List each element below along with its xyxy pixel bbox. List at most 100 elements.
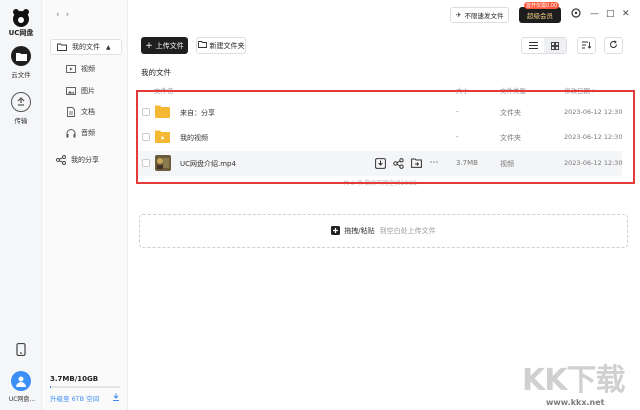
close-button[interactable]: ✕ — [622, 9, 630, 19]
sidebar-item-video[interactable]: 视频 — [60, 61, 120, 77]
file-name: 来自：分享 — [180, 109, 215, 117]
storage-fill — [50, 386, 51, 388]
storage-usage: 3.7MB/10GB — [50, 375, 99, 383]
grid-view-icon[interactable] — [544, 38, 566, 53]
file-name: UC网盘介绍.mp4 — [180, 160, 236, 168]
refresh-button[interactable] — [604, 37, 623, 54]
nav-arrows: ‹› — [56, 10, 75, 20]
page-title: 我的文件 — [141, 68, 171, 77]
dropzone-label: 拖拽/粘贴 — [344, 227, 375, 235]
vip-button[interactable]: 超级会员 — [519, 7, 561, 23]
file-date: 2023-06-12 12:30 — [564, 133, 623, 141]
folder-icon — [155, 105, 170, 118]
sidebar-item-label: 文档 — [81, 108, 95, 116]
rail-item-label: 传输 — [14, 117, 28, 125]
row-checkbox[interactable] — [142, 159, 150, 167]
file-date: 2023-06-12 12:30 — [564, 108, 623, 116]
more-icon[interactable]: ⋯ — [428, 157, 440, 169]
file-date: 2023-06-12 12:30 — [564, 159, 623, 167]
watermark: KK下载 — [522, 363, 625, 398]
move-folder-icon[interactable] — [410, 157, 422, 169]
upload-dropzone[interactable]: 拖拽/粘贴 到空白处上传文件 — [139, 214, 628, 248]
sidebar: ‹› 我的文件 ▲ 视频 图片 文档 音频 我的分享 3.7MB/10GB 升级… — [42, 0, 128, 410]
app-logo-text: UC网盘 — [8, 29, 34, 37]
folder-plus-icon — [197, 41, 207, 50]
minimize-button[interactable]: — — [590, 9, 599, 19]
sort-button[interactable] — [577, 37, 596, 54]
plus-icon: + — [145, 40, 153, 51]
unlimited-send-button[interactable]: ✈ 不限速发文件 — [450, 7, 510, 23]
table-row[interactable]: UC网盘介绍.mp4 ⋯ 3.7MB 视频 2023-06-12 12:30 — [138, 151, 623, 176]
table-row[interactable]: 我的视频 - 文件夹 2023-06-12 12:30 — [138, 125, 623, 150]
left-rail: UC网盘 云文件 传输 UC网盘... — [0, 0, 42, 410]
column-type[interactable]: 文件类型 — [500, 85, 526, 95]
document-icon — [65, 106, 77, 118]
sidebar-item-label: 我的分享 — [71, 156, 99, 164]
new-folder-button[interactable]: 新建文件夹 — [196, 37, 246, 54]
plus-square-icon — [331, 225, 341, 237]
upload-button[interactable]: + 上传文件 — [141, 37, 188, 54]
share-icon[interactable] — [392, 157, 404, 169]
file-type: 文件夹 — [500, 109, 521, 117]
send-icon: ✈ — [456, 11, 462, 19]
user-label: UC网盘... — [8, 396, 36, 403]
table-row[interactable]: 来自：分享 - 文件夹 2023-06-12 12:30 — [138, 100, 623, 125]
upload-label: 上传文件 — [155, 41, 184, 50]
uc-logo-icon — [13, 9, 29, 27]
file-type: 文件夹 — [500, 134, 521, 142]
folder-icon — [56, 41, 68, 53]
rail-item-label: 云文件 — [11, 71, 31, 79]
caret-up-icon: ▲ — [106, 43, 111, 51]
column-name[interactable]: 文件名 — [154, 85, 174, 95]
sort-icon — [582, 41, 592, 51]
file-type: 视频 — [500, 160, 514, 168]
watermark-url: www.kkx.net — [546, 398, 605, 407]
sidebar-item-document[interactable]: 文档 — [60, 104, 120, 120]
download-icon[interactable] — [112, 393, 120, 403]
rail-item-cloud-files[interactable]: 云文件 — [8, 46, 34, 79]
maximize-button[interactable]: □ — [606, 9, 615, 19]
sidebar-item-label: 我的文件 — [72, 43, 100, 51]
download-icon[interactable] — [374, 157, 386, 169]
sidebar-item-my-files[interactable]: 我的文件 ▲ — [50, 39, 122, 55]
upgrade-link[interactable]: 升级至 6TB 空间 — [50, 393, 99, 403]
sidebar-item-image[interactable]: 图片 — [60, 83, 120, 99]
rail-item-transfer[interactable]: 传输 — [8, 92, 34, 125]
share-icon — [55, 154, 67, 166]
image-icon — [65, 85, 77, 97]
new-folder-label: 新建文件夹 — [209, 41, 245, 50]
row-actions: ⋯ — [374, 157, 440, 169]
phone-icon[interactable] — [8, 342, 34, 358]
settings-icon[interactable] — [571, 8, 581, 21]
folder-icon — [11, 46, 31, 66]
forward-arrow-icon[interactable]: › — [66, 10, 76, 20]
sidebar-item-label: 图片 — [81, 87, 95, 95]
column-date[interactable]: 修改日期 ▾ — [564, 85, 595, 95]
view-toggle — [521, 37, 567, 54]
folder-video-icon — [155, 130, 170, 143]
list-header: 文件名 大小 文件类型 修改日期 ▾ — [138, 85, 622, 95]
storage-bar — [50, 386, 120, 388]
row-checkbox[interactable] — [142, 133, 150, 141]
back-arrow-icon[interactable]: ‹ — [56, 10, 66, 20]
list-view-icon[interactable] — [522, 38, 544, 53]
dropzone-hint: 到空白处上传文件 — [379, 227, 436, 235]
avatar[interactable] — [11, 371, 31, 391]
file-size: 3.7MB — [456, 159, 478, 167]
audio-icon — [65, 127, 77, 139]
file-name: 我的视频 — [180, 134, 208, 142]
sidebar-item-label: 视频 — [81, 65, 95, 73]
unlimited-send-label: 不限速发文件 — [464, 12, 504, 20]
row-checkbox[interactable] — [142, 108, 150, 116]
transfer-icon — [11, 92, 31, 112]
sidebar-item-audio[interactable]: 音频 — [60, 125, 120, 141]
column-size[interactable]: 大小 — [456, 85, 469, 95]
file-size: - — [456, 133, 459, 141]
sidebar-item-label: 音频 — [81, 129, 95, 137]
vip-promo-badge: 首开仅需0.00 — [524, 2, 560, 9]
refresh-icon — [609, 40, 618, 51]
file-size: - — [456, 108, 459, 116]
video-icon — [65, 63, 77, 75]
sidebar-item-my-share[interactable]: 我的分享 — [50, 152, 122, 168]
list-footer: — 共 3 项 剩余可用空间10GB — — [335, 180, 425, 187]
